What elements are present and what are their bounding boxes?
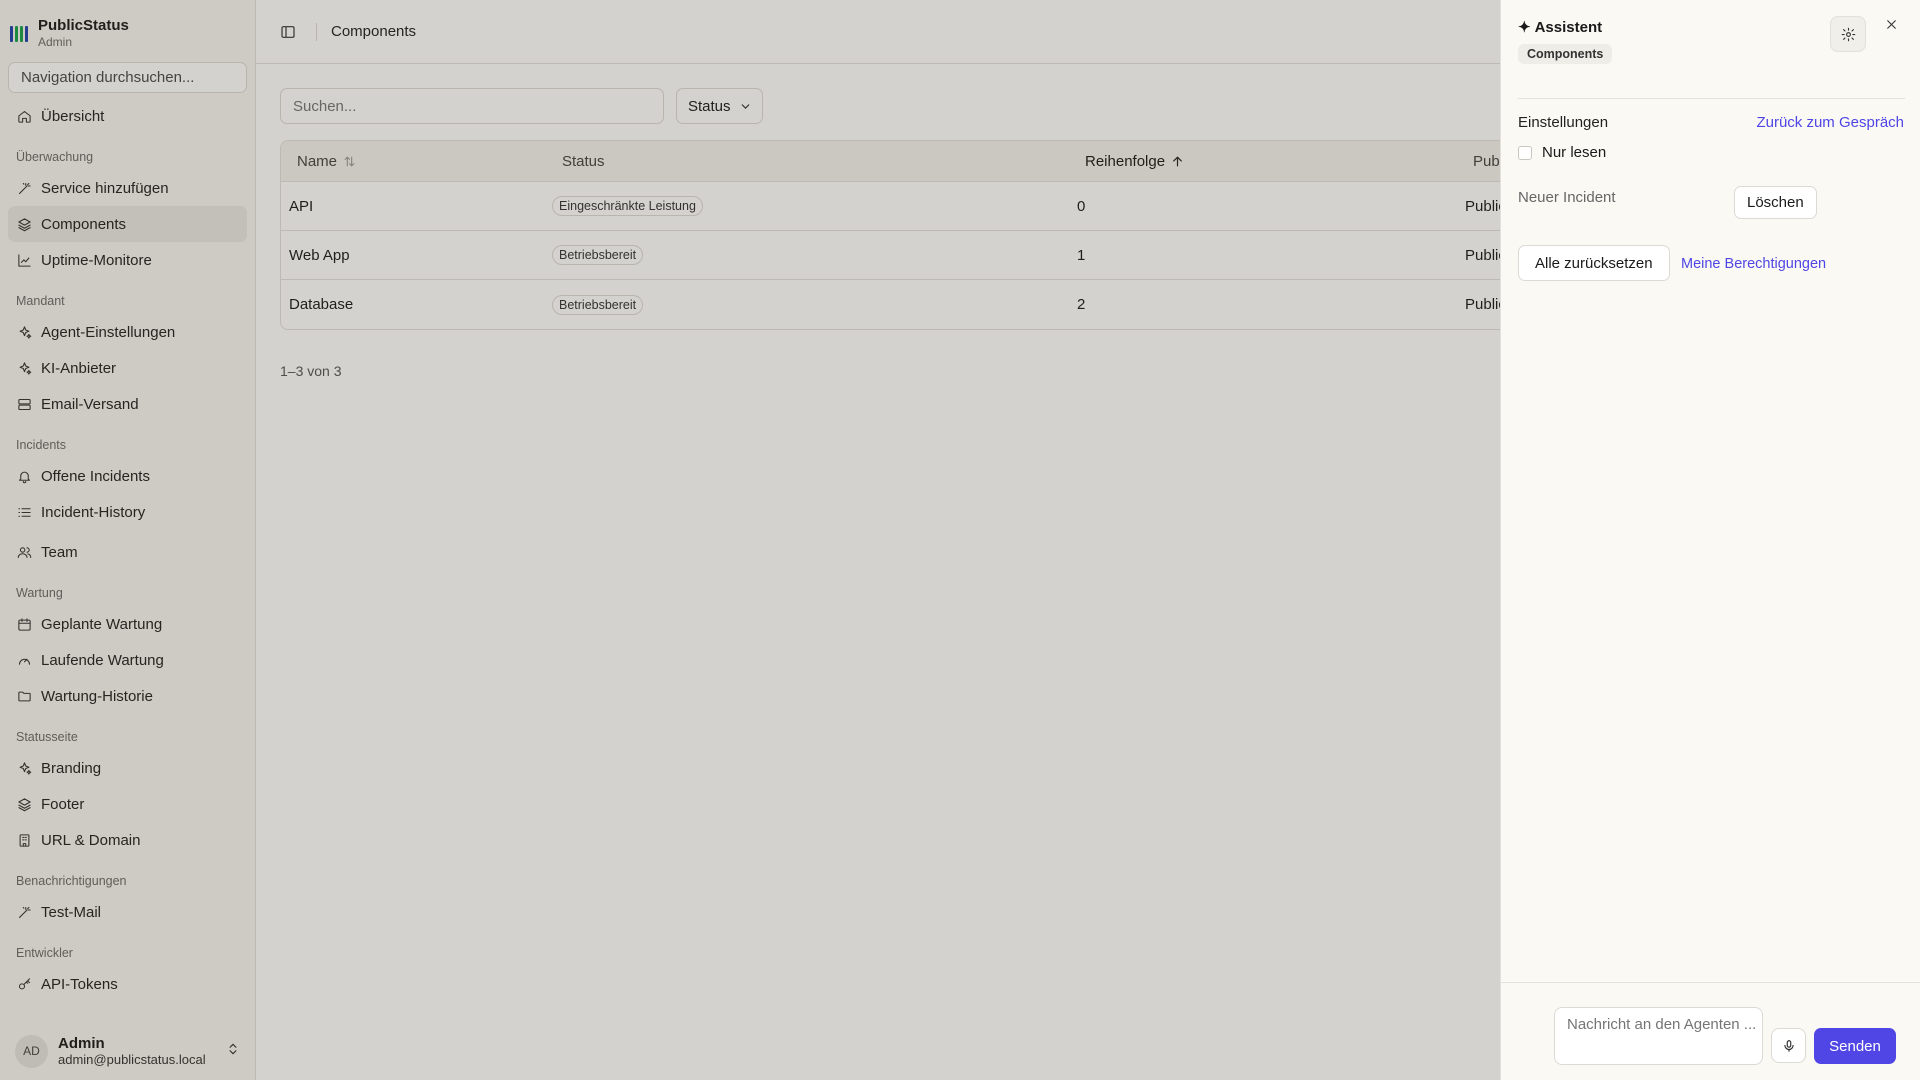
readonly-label: Nur lesen <box>1542 144 1607 161</box>
microphone-button[interactable] <box>1771 1028 1806 1063</box>
assistant-panel: ✦ Assistent Components Einstellungen Zur… <box>1500 0 1920 1080</box>
reset-all-button[interactable]: Alle zurücksetzen <box>1518 245 1670 281</box>
settings-title: Einstellungen <box>1518 114 1609 131</box>
new-incident-label: Neuer Incident <box>1518 189 1616 206</box>
send-button[interactable]: Senden <box>1814 1028 1896 1064</box>
message-input[interactable] <box>1554 1007 1763 1065</box>
close-icon <box>1886 19 1896 29</box>
panel-divider <box>1518 98 1905 99</box>
settings-button[interactable] <box>1830 16 1866 52</box>
message-composer: Senden <box>1501 982 1920 1080</box>
modal-overlay[interactable] <box>0 0 1500 1080</box>
gear-icon <box>1841 27 1855 41</box>
assistant-title-text: Assistent <box>1534 18 1603 36</box>
microphone-icon <box>1783 1039 1794 1052</box>
delete-button[interactable]: Löschen <box>1734 186 1817 219</box>
readonly-checkbox[interactable] <box>1518 145 1532 160</box>
my-permissions-link[interactable]: Meine Berechtigungen <box>1681 256 1826 272</box>
back-to-conversation-link[interactable]: Zurück zum Gespräch <box>1756 114 1904 131</box>
readonly-option[interactable]: Nur lesen <box>1518 144 1606 161</box>
close-button[interactable] <box>1881 14 1901 34</box>
assistant-title: ✦ Assistent <box>1518 18 1603 37</box>
sparkle-icon: ✦ <box>1518 19 1531 36</box>
context-badge: Components <box>1518 44 1613 64</box>
